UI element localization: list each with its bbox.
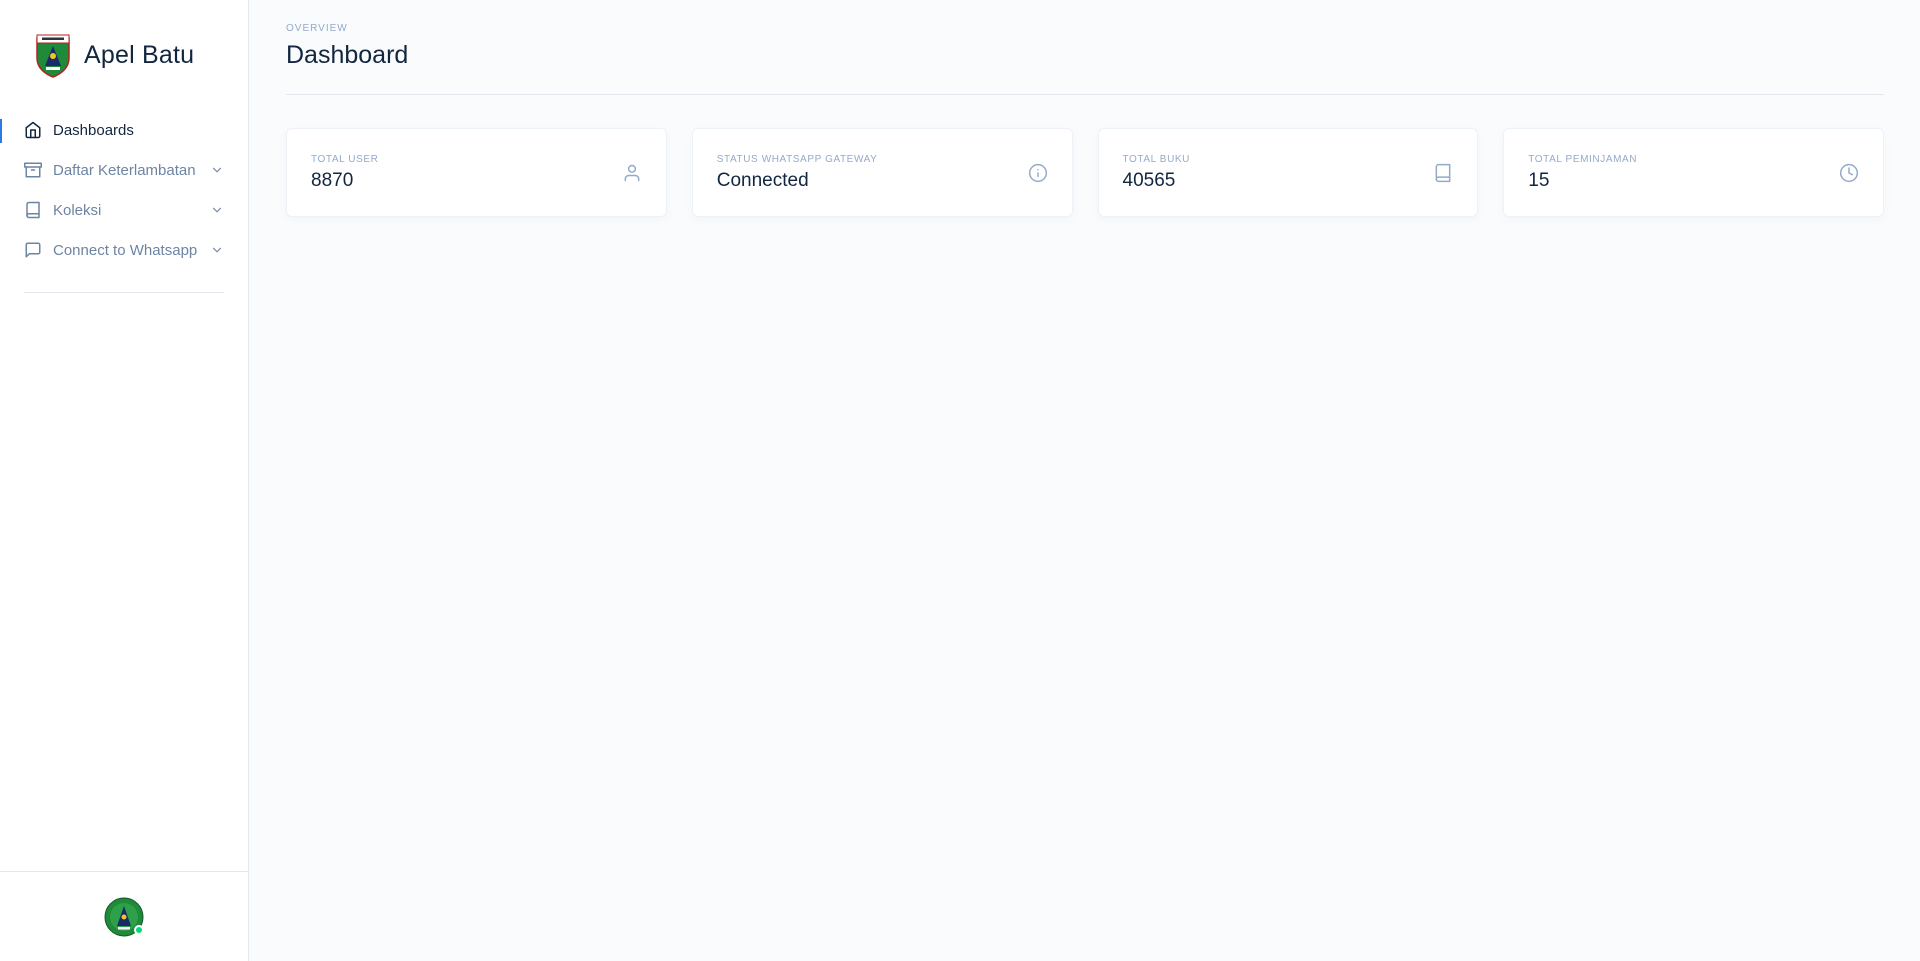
sidebar: Apel Batu Dashboards Daftar Keterlambata…: [0, 0, 249, 961]
card-status-whatsapp-gateway: STATUS WHATSAPP GATEWAY Connected: [691, 128, 1073, 217]
sidebar-footer: [0, 871, 248, 961]
kota-batu-logo-icon: [34, 32, 72, 78]
app-shell: Apel Batu Dashboards Daftar Keterlambata…: [0, 0, 1920, 961]
chevron-down-icon: [210, 163, 224, 177]
card-total-buku: TOTAL BUKU 40565: [1097, 128, 1479, 217]
card-total-peminjaman: TOTAL PEMINJAMAN 15: [1503, 128, 1884, 217]
chevron-down-icon: [210, 203, 224, 217]
card-total-user: TOTAL USER 8870: [286, 128, 667, 217]
sidebar-item-label: Koleksi: [53, 201, 102, 219]
info-icon: [1028, 163, 1048, 183]
sidebar-item-label: Dashboards: [53, 121, 134, 139]
card-body: TOTAL USER 8870: [311, 154, 622, 192]
card-body: TOTAL BUKU 40565: [1123, 154, 1434, 192]
header-pretitle: OVERVIEW: [286, 23, 348, 34]
avatar[interactable]: [104, 897, 144, 937]
book-icon: [24, 201, 42, 219]
home-icon: [24, 121, 42, 139]
sidebar-item-dashboards[interactable]: Dashboards: [0, 110, 248, 150]
card-value: 40565: [1122, 169, 1176, 191]
clock-icon: [1839, 163, 1859, 183]
card-value: Connected: [716, 169, 809, 191]
card-label: TOTAL USER: [311, 153, 379, 165]
card-body: TOTAL PEMINJAMAN 15: [1528, 154, 1839, 192]
sidebar-nav: Dashboards Daftar Keterlambatan Koleksi: [0, 110, 248, 270]
stats-cards: TOTAL USER 8870 STATUS WHATSAPP GATEWAY …: [286, 128, 1884, 217]
book-icon: [1433, 163, 1453, 183]
page-title: Dashboard: [286, 41, 409, 69]
sidebar-item-label: Daftar Keterlambatan: [53, 161, 196, 179]
message-square-icon: [24, 241, 42, 259]
card-value: 15: [1528, 169, 1550, 191]
sidebar-item-label: Connect to Whatsapp: [53, 241, 198, 259]
sidebar-divider: [24, 292, 224, 293]
archive-icon: [24, 161, 42, 179]
card-body: STATUS WHATSAPP GATEWAY Connected: [717, 154, 1028, 192]
chevron-down-icon: [210, 243, 224, 257]
card-label: TOTAL BUKU: [1122, 153, 1190, 165]
online-status-indicator: [134, 924, 144, 935]
sidebar-item-koleksi[interactable]: Koleksi: [0, 190, 248, 230]
sidebar-item-connect-to-whatsapp[interactable]: Connect to Whatsapp: [0, 230, 248, 270]
main-content: OVERVIEW Dashboard TOTAL USER 8870 STATU…: [249, 0, 1920, 961]
card-value: 8870: [311, 169, 354, 191]
sidebar-item-daftar-keterlambatan[interactable]: Daftar Keterlambatan: [0, 150, 248, 190]
app-name: Apel Batu: [84, 40, 195, 69]
page-header: OVERVIEW Dashboard: [286, 0, 1884, 95]
card-label: STATUS WHATSAPP GATEWAY: [716, 153, 878, 165]
brand[interactable]: Apel Batu: [0, 0, 248, 110]
user-icon: [622, 163, 642, 183]
card-label: TOTAL PEMINJAMAN: [1528, 153, 1638, 165]
